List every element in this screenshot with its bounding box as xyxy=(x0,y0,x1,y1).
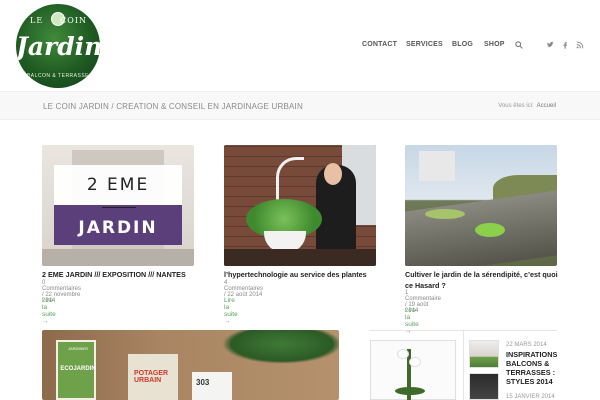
book-title: 303 xyxy=(196,378,210,387)
nav-shop[interactable]: SHOP xyxy=(484,41,505,48)
post-title[interactable]: 2 EME JARDIN /// EXPOSITION /// NANTES xyxy=(42,269,202,280)
breadcrumb-label: Vous êtes ici: xyxy=(498,103,534,109)
plant-leaves xyxy=(222,330,339,364)
post-meta: 4 Commentaires / 22 août 2014 xyxy=(224,280,264,298)
floor xyxy=(42,249,194,266)
rss-icon[interactable] xyxy=(576,41,584,49)
orchid-leaf xyxy=(395,387,425,395)
book-303: 303 xyxy=(192,372,232,400)
lamp xyxy=(276,157,304,201)
read-more-link[interactable]: Lire la suite → xyxy=(42,297,56,325)
book-ecojardin: JARDINER ECOJARDIN xyxy=(56,340,96,400)
post-thumbnail[interactable]: 2 EME JARDIN xyxy=(42,145,194,266)
nav-blog[interactable]: BLOG xyxy=(452,41,473,48)
sidebar-post-date: 22 MARS 2014 xyxy=(506,342,547,348)
orchid-flower xyxy=(409,357,421,367)
featured-post-image[interactable]: JARDINER ECOJARDIN POTAGER URBAIN 303 xyxy=(42,330,339,400)
sidebar-post-title[interactable]: INSPIRATIONS BALCONS & TERRASSES : STYLE… xyxy=(506,350,566,386)
moss-patch xyxy=(475,223,505,237)
book-subtitle: JARDINER xyxy=(67,346,88,351)
twitter-icon[interactable] xyxy=(546,41,554,49)
thumbnail-text-top: 2 EME xyxy=(86,175,150,195)
post-thumbnail[interactable] xyxy=(224,145,376,266)
logo-subtitle: BALCON & TERRASSE xyxy=(26,73,90,79)
book-title: ECOJARDIN xyxy=(60,366,96,372)
sidebar-post-thumbnail[interactable] xyxy=(469,340,499,368)
post-title[interactable]: Cultiver le jardin de la sérendipité, c’… xyxy=(405,269,565,291)
breadcrumb-home-link[interactable]: Accueil xyxy=(537,103,556,109)
sidebar-post-date: 15 JANVIER 2014 xyxy=(506,394,555,400)
table xyxy=(224,249,376,266)
breadcrumb: Vous êtes ici: Accueil xyxy=(498,103,556,109)
logo-coin: COIN xyxy=(60,16,87,25)
site-logo[interactable]: LE COIN Jardin BALCON & TERRASSE xyxy=(16,4,100,88)
moss-patch xyxy=(425,209,465,219)
search-icon[interactable] xyxy=(515,41,523,49)
read-more-link[interactable]: Lire la suite → xyxy=(224,297,238,325)
sidebar-column-divider xyxy=(463,330,464,400)
book-potager: POTAGER URBAIN xyxy=(128,354,178,400)
book-title: POTAGER URBAIN xyxy=(134,370,169,384)
post-title[interactable]: l’hypertechnologie au service des plante… xyxy=(224,269,384,280)
nav-contact[interactable]: CONTACT xyxy=(362,41,397,48)
orchid-flower xyxy=(397,349,409,359)
logo-le: LE xyxy=(30,16,44,25)
title-bar: LE COIN JARDIN / CREATION & CONSEIL EN J… xyxy=(0,91,600,120)
logo-jardin: Jardin xyxy=(16,32,100,61)
nav-services[interactable]: SERVICES xyxy=(406,41,443,48)
thumbnail-text-bottom: JARDIN xyxy=(78,218,158,238)
sidebar-image-orchid[interactable] xyxy=(370,340,456,400)
page-title[interactable]: LE COIN JARDIN / CREATION & CONSEIL EN J… xyxy=(43,102,303,111)
arrow-line xyxy=(102,207,136,208)
sidebar-post-thumbnail[interactable] xyxy=(469,373,499,400)
house xyxy=(419,151,455,181)
site-header: LE COIN Jardin BALCON & TERRASSE CONTACT… xyxy=(0,0,600,91)
post-thumbnail[interactable] xyxy=(405,145,557,266)
facebook-icon[interactable] xyxy=(561,41,569,49)
face xyxy=(324,163,342,185)
